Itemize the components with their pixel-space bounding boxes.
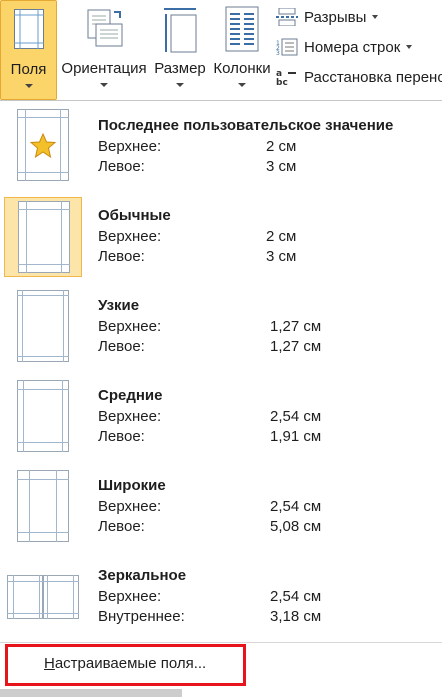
ribbon: Поля Ориентация Размер Колонки Разрывы 1… [0, 0, 442, 100]
size-label: Размер [154, 60, 206, 77]
margin-option-normal[interactable]: Обычные Верхнее: 2 см Левое: 3 см [0, 197, 442, 289]
margin-preview [4, 467, 82, 547]
top-value: 1,27 см [270, 318, 322, 335]
margin-option-last-custom[interactable]: Последнее пользовательское значение Верх… [0, 109, 442, 199]
margin-preview [4, 287, 82, 367]
left-label: Левое: [98, 518, 145, 535]
margins-button[interactable]: Поля [0, 0, 57, 100]
chevron-down-icon [238, 83, 246, 87]
option-title: Последнее пользовательское значение [98, 117, 394, 134]
left-label: Левое: [98, 428, 145, 445]
left-value: 3 см [266, 158, 297, 175]
size-icon [162, 6, 198, 59]
option-title: Широкие [98, 477, 166, 494]
line-numbers-icon: 1 2 3 [276, 38, 298, 57]
svg-text:bc: bc [276, 78, 288, 86]
top-label: Верхнее: [98, 228, 162, 245]
top-value: 2,54 см [270, 498, 322, 515]
top-value: 2,54 см [270, 588, 322, 605]
margin-option-wide[interactable]: Широкие Верхнее: 2,54 см Левое: 5,08 см [0, 469, 442, 559]
left-value: 3 см [266, 248, 297, 265]
chevron-down-icon [406, 45, 413, 49]
columns-label: Колонки [213, 60, 271, 77]
line-numbers-button[interactable]: 1 2 3 Номера строк [276, 36, 413, 58]
margin-preview [4, 107, 82, 187]
margin-preview [4, 557, 82, 637]
hyphenation-icon: a bc [276, 68, 298, 88]
margins-icon [13, 9, 44, 54]
svg-text:3: 3 [276, 50, 280, 56]
top-label: Верхнее: [98, 138, 162, 155]
margin-option-mirrored[interactable]: Зеркальное Верхнее: 2,54 см Внутреннее: … [0, 559, 442, 649]
size-button[interactable]: Размер [151, 0, 209, 100]
inside-label: Внутреннее: [98, 608, 185, 625]
left-value: 5,08 см [270, 518, 322, 535]
columns-icon [225, 6, 259, 57]
star-icon [30, 133, 56, 158]
margin-preview [4, 197, 82, 277]
top-label: Верхнее: [98, 318, 162, 335]
columns-button[interactable]: Колонки [210, 0, 274, 100]
left-label: Левое: [98, 158, 145, 175]
margins-label: Поля [10, 61, 47, 78]
margin-option-moderate[interactable]: Средние Верхнее: 2,54 см Левое: 1,91 см [0, 379, 442, 469]
breaks-icon [276, 7, 298, 27]
left-label: Левое: [98, 338, 145, 355]
left-label: Левое: [98, 248, 145, 265]
highlight-box [5, 644, 246, 686]
breaks-label: Разрывы [304, 8, 367, 26]
chevron-down-icon [24, 84, 33, 88]
top-label: Верхнее: [98, 408, 162, 425]
hyphenation-label: Расстановка перено [304, 68, 442, 86]
menu-separator [0, 642, 442, 643]
top-value: 2 см [266, 228, 297, 245]
top-label: Верхнее: [98, 498, 162, 515]
breaks-button[interactable]: Разрывы [276, 6, 379, 28]
option-title: Узкие [98, 297, 140, 314]
line-numbers-label: Номера строк [304, 38, 401, 56]
option-title: Обычные [98, 207, 171, 224]
chevron-down-icon [100, 83, 108, 87]
top-label: Верхнее: [98, 588, 162, 605]
margins-dropdown: Последнее пользовательское значение Верх… [0, 100, 442, 697]
inside-value: 3,18 см [270, 608, 322, 625]
orientation-button[interactable]: Ориентация [58, 0, 150, 100]
chevron-down-icon [372, 15, 379, 19]
option-title: Зеркальное [98, 567, 187, 584]
margin-option-narrow[interactable]: Узкие Верхнее: 1,27 см Левое: 1,27 см [0, 289, 442, 379]
left-value: 1,91 см [270, 428, 322, 445]
orientation-icon [84, 6, 124, 55]
top-value: 2,54 см [270, 408, 322, 425]
top-value: 2 см [266, 138, 297, 155]
margin-preview [4, 377, 82, 457]
option-title: Средние [98, 387, 163, 404]
orientation-label: Ориентация [61, 60, 147, 77]
hyphenation-button[interactable]: a bc Расстановка перено [276, 66, 442, 89]
left-value: 1,27 см [270, 338, 322, 355]
chevron-down-icon [176, 83, 184, 87]
